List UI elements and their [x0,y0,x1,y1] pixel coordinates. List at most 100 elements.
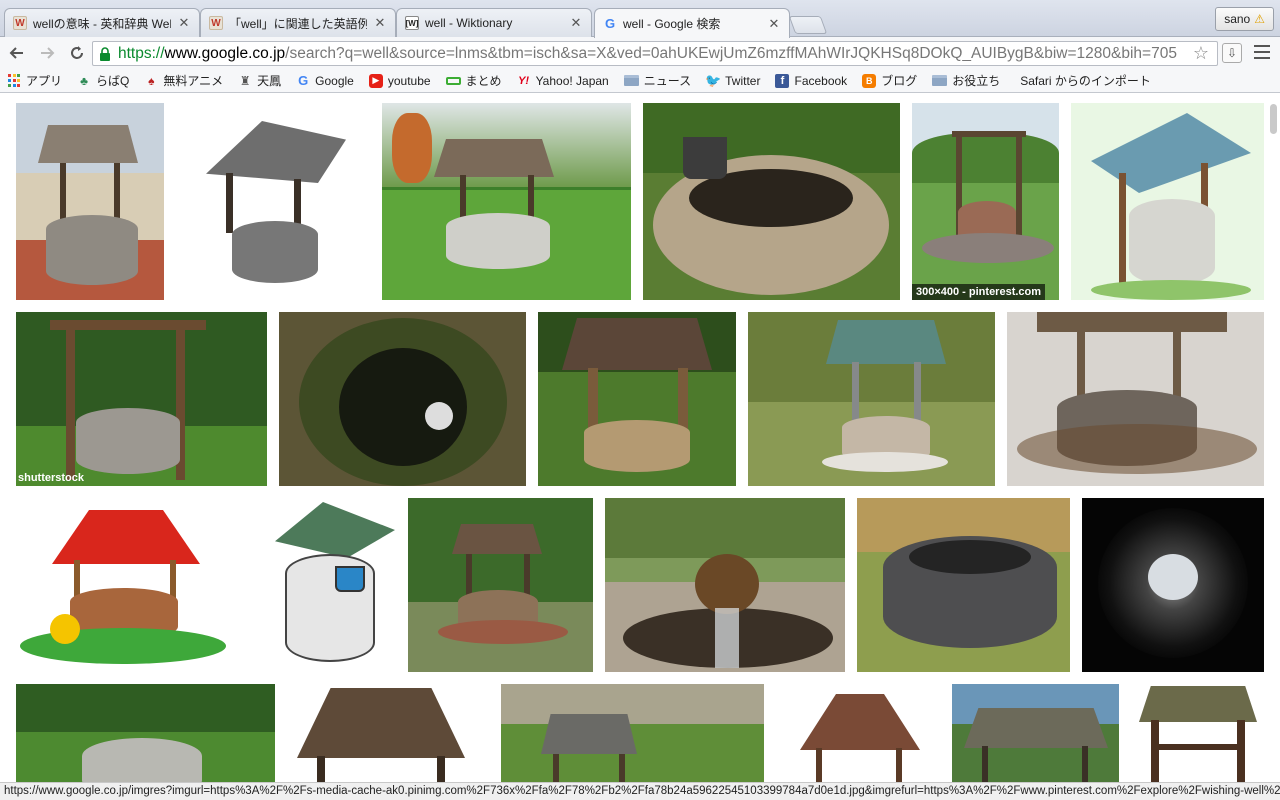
forward-arrow-icon [41,47,55,59]
image-result[interactable] [16,684,275,782]
bookmark-star-icon[interactable]: ☆ [1193,43,1209,64]
warning-icon: ⚠ [1254,12,1265,26]
google-icon: G [604,16,616,31]
download-extension-icon[interactable]: ⇩ [1222,43,1242,63]
menu-icon[interactable] [1254,45,1270,59]
reload-icon [71,46,83,59]
wiktionary-icon: [W] [405,16,419,30]
bookmark-twitter[interactable]: 🐦 Twitter [705,72,760,88]
image-result[interactable] [16,103,164,300]
image-result[interactable] [1071,103,1264,300]
image-result[interactable]: shutterstock [16,312,267,486]
url-path: /search?q=well&source=lnms&tbm=isch&sa=X… [285,44,1177,62]
bookmark-google[interactable]: G Google [296,73,354,88]
new-tab-button[interactable] [788,16,828,34]
address-bar[interactable]: https://www.google.co.jp/search?q=well&s… [92,41,1218,66]
bookmark-label: ニュース [643,74,692,88]
image-result[interactable] [538,312,736,486]
image-result[interactable] [16,498,227,672]
image-result[interactable] [176,103,370,300]
bookmark-label: まとめ [465,74,502,88]
close-icon[interactable]: ✕ [767,16,781,31]
bookmark-apps[interactable]: アプリ [8,72,62,89]
image-result[interactable] [382,103,631,300]
status-url: https://www.google.co.jp/imgres?imgurl=h… [4,785,1280,797]
status-bar: https://www.google.co.jp/imgres?imgurl=h… [0,782,1280,800]
tab-title: wellの意味 - 英和辞典 Weblio [33,16,171,31]
image-result[interactable] [1082,498,1264,672]
tab-wiktionary[interactable]: [W] well - Wiktionary ✕ [396,8,592,37]
bookmark-youtube[interactable]: ▶ youtube [368,73,431,88]
url-scheme: https:// [118,44,165,62]
profile-button[interactable]: sano ⚠ [1215,7,1274,31]
bookmark-label: Google [315,73,354,88]
bookmark-tenhou[interactable]: ♜ 天鳳 [238,72,281,89]
tab-google-search[interactable]: G well - Google 検索 ✕ [594,8,790,38]
toolbar: https://www.google.co.jp/search?q=well&s… [0,37,1280,69]
bookmark-anime[interactable]: ♠ 無料アニメ [144,72,223,89]
bookmark-label: Safari からのインポート [1020,74,1150,88]
image-result[interactable] [1131,684,1264,782]
image-result[interactable] [408,498,593,672]
image-result[interactable] [776,684,940,782]
bookmark-matome[interactable]: まとめ [445,72,502,89]
youtube-icon: ▶ [368,73,383,88]
anime-icon: ♠ [148,73,155,88]
image-result[interactable] [1007,312,1264,486]
image-result[interactable] [605,498,845,672]
image-watermark-label: shutterstock [18,472,85,484]
image-result[interactable] [287,684,489,782]
tab-title: 「well」に関連した英語例文 [229,16,367,31]
bookmark-folder-useful[interactable]: お役立ち [932,72,1000,89]
bookmark-label: お役立ち [952,74,1001,88]
apps-grid-icon [8,74,21,87]
bookmark-yahoo[interactable]: Y! Yahoo! Japan [517,74,609,88]
tab-weblio-meaning[interactable]: W wellの意味 - 英和辞典 Weblio ✕ [4,8,200,37]
bookmark-rabaq[interactable]: ♣ らばQ [77,72,129,89]
bookmark-label: Yahoo! Japan [535,73,609,88]
image-result[interactable] [239,498,396,672]
tab-title: well - Google 検索 [623,17,721,31]
tab-title: well - Wiktionary [425,16,513,30]
weblio-icon: W [209,16,223,30]
image-result[interactable] [279,312,526,486]
twitter-icon: 🐦 [705,72,722,88]
bookmark-label: 天鳳 [257,74,282,88]
profile-name: sano [1224,12,1251,26]
image-result[interactable]: 300×400 - pinterest.com [912,103,1059,300]
bookmark-label: アプリ [26,74,63,88]
folder-icon [932,75,948,86]
bookmark-folder-news[interactable]: ニュース [623,72,692,89]
bookmark-label: Facebook [794,73,848,88]
back-button[interactable] [4,40,30,66]
image-result[interactable] [857,498,1070,672]
close-icon[interactable]: ✕ [373,16,387,30]
vertical-scrollbar[interactable] [1270,104,1277,134]
bookmarks-bar: アプリ ♣ らばQ ♠ 無料アニメ ♜ 天鳳 G Google ▶ youtub… [0,69,1280,93]
forward-button[interactable] [34,40,60,66]
lock-icon [97,46,113,62]
bookmark-facebook[interactable]: f Facebook [775,73,848,88]
image-result[interactable] [501,684,764,782]
image-result[interactable] [643,103,900,300]
bookmark-blog[interactable]: B ブログ [862,72,917,89]
folder-icon [623,75,639,86]
tab-weblio-examples[interactable]: W 「well」に関連した英語例文 ✕ [200,8,396,37]
close-icon[interactable]: ✕ [569,16,583,30]
image-source-label: 300×400 - pinterest.com [912,284,1046,300]
tenhou-icon: ♜ [239,73,251,88]
rabaq-icon: ♣ [80,73,88,88]
close-icon[interactable]: ✕ [177,16,191,30]
tab-strip: W wellの意味 - 英和辞典 Weblio ✕ W 「well」に関連した英… [0,0,1280,38]
image-results: 300×400 - pinterest.com shutterstock [0,94,1280,782]
yahoo-icon: Y! [518,74,530,87]
bookmark-folder-safari-import[interactable]: Safari からのインポート [1015,72,1149,89]
image-result[interactable] [748,312,995,486]
facebook-icon: f [775,73,790,88]
bookmark-label: ブログ [881,74,918,88]
url-host: www.google.co.jp [164,44,286,62]
bookmark-label: 無料アニメ [163,74,224,88]
image-result[interactable] [952,684,1119,782]
bookmark-label: らばQ [96,74,130,88]
reload-button[interactable] [64,40,90,66]
